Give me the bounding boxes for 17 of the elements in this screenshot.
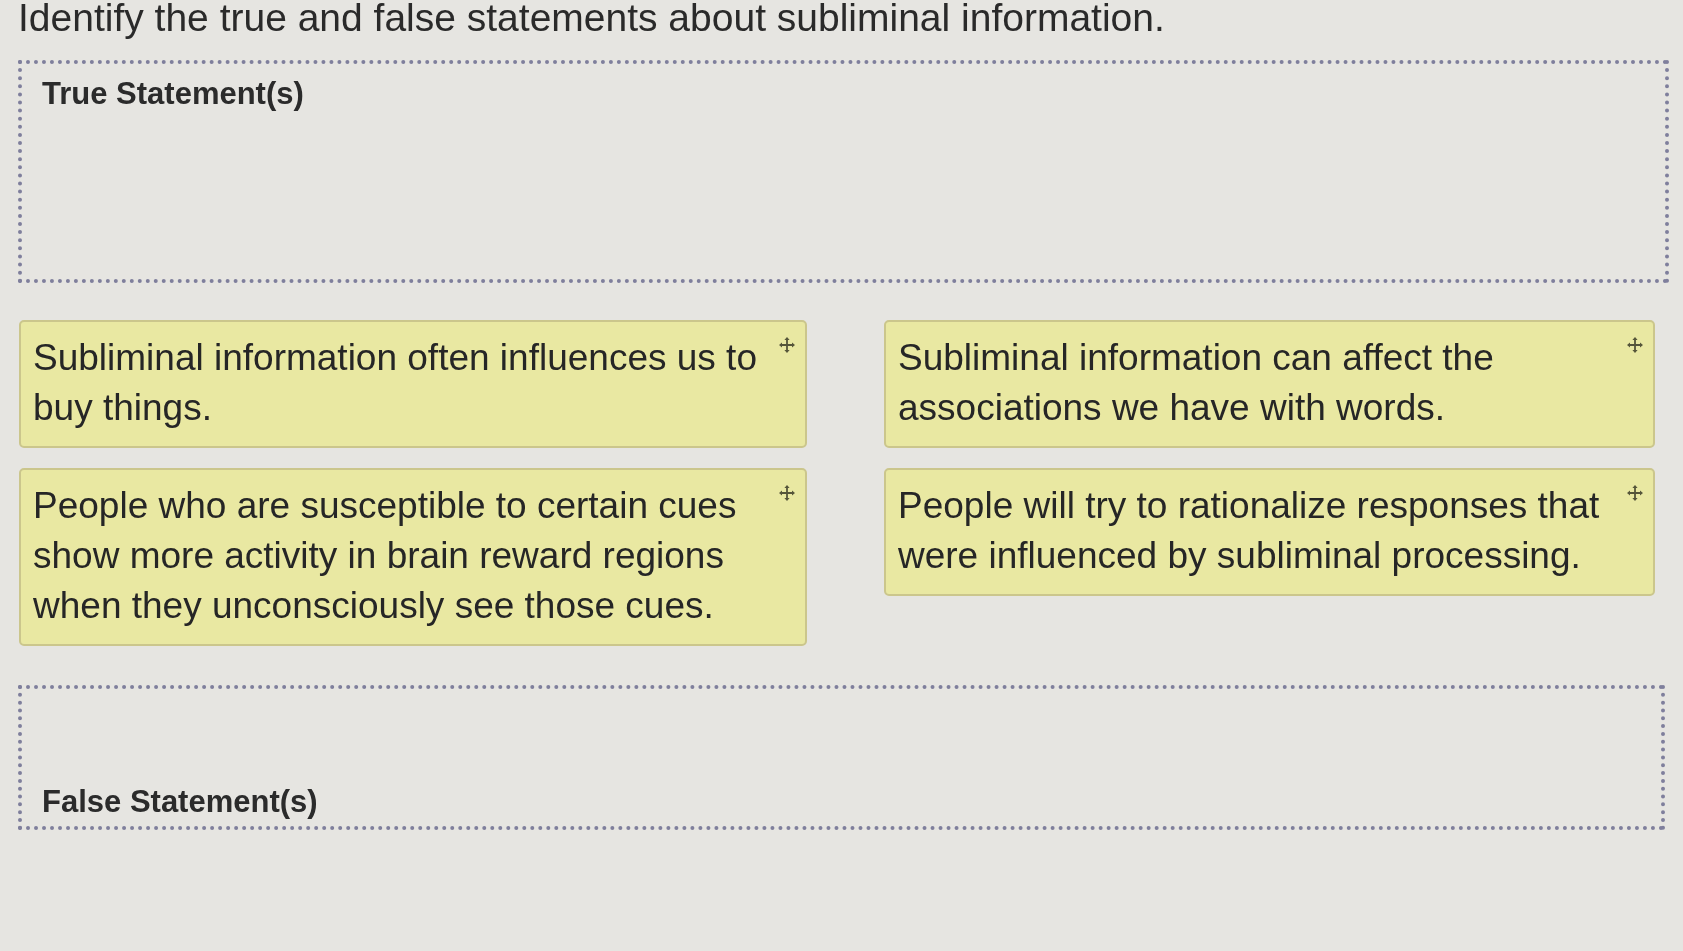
zone-label: False Statement(s)	[42, 784, 318, 820]
statement-card[interactable]: Subliminal information often influences us to buy things.	[19, 320, 807, 448]
move-icon[interactable]	[1627, 337, 1643, 353]
drop-zone[interactable]: True Statement(s)	[18, 60, 1669, 283]
move-icon[interactable]	[779, 485, 795, 501]
question-text: Identify the true and false statements about subliminal information.	[18, 0, 1166, 40]
drop-zone[interactable]: False Statement(s)	[18, 685, 1665, 830]
move-icon[interactable]	[779, 337, 795, 353]
statement-card[interactable]: People will try to rationalize responses that were influenced by subliminal processing.	[884, 468, 1655, 596]
statement-card[interactable]: People who are susceptible to certain cues show more activity in brain reward regions when they unconsciously see those cues.	[19, 468, 807, 646]
statement-card[interactable]: Subliminal information can affect the associations we have with words.	[884, 320, 1655, 448]
move-icon[interactable]	[1627, 485, 1643, 501]
statement-text: People will try to rationalize responses that were influenced by subliminal processing.	[898, 484, 1601, 578]
statement-text: Subliminal information often influences us to buy things.	[33, 336, 758, 430]
zone-label: True Statement(s)	[42, 76, 304, 112]
statement-text: People who are susceptible to certain cues show more activity in brain reward regions when they unconsciously see those cues.	[33, 484, 738, 628]
statement-text: Subliminal information can affect the associations we have with words.	[898, 336, 1495, 430]
